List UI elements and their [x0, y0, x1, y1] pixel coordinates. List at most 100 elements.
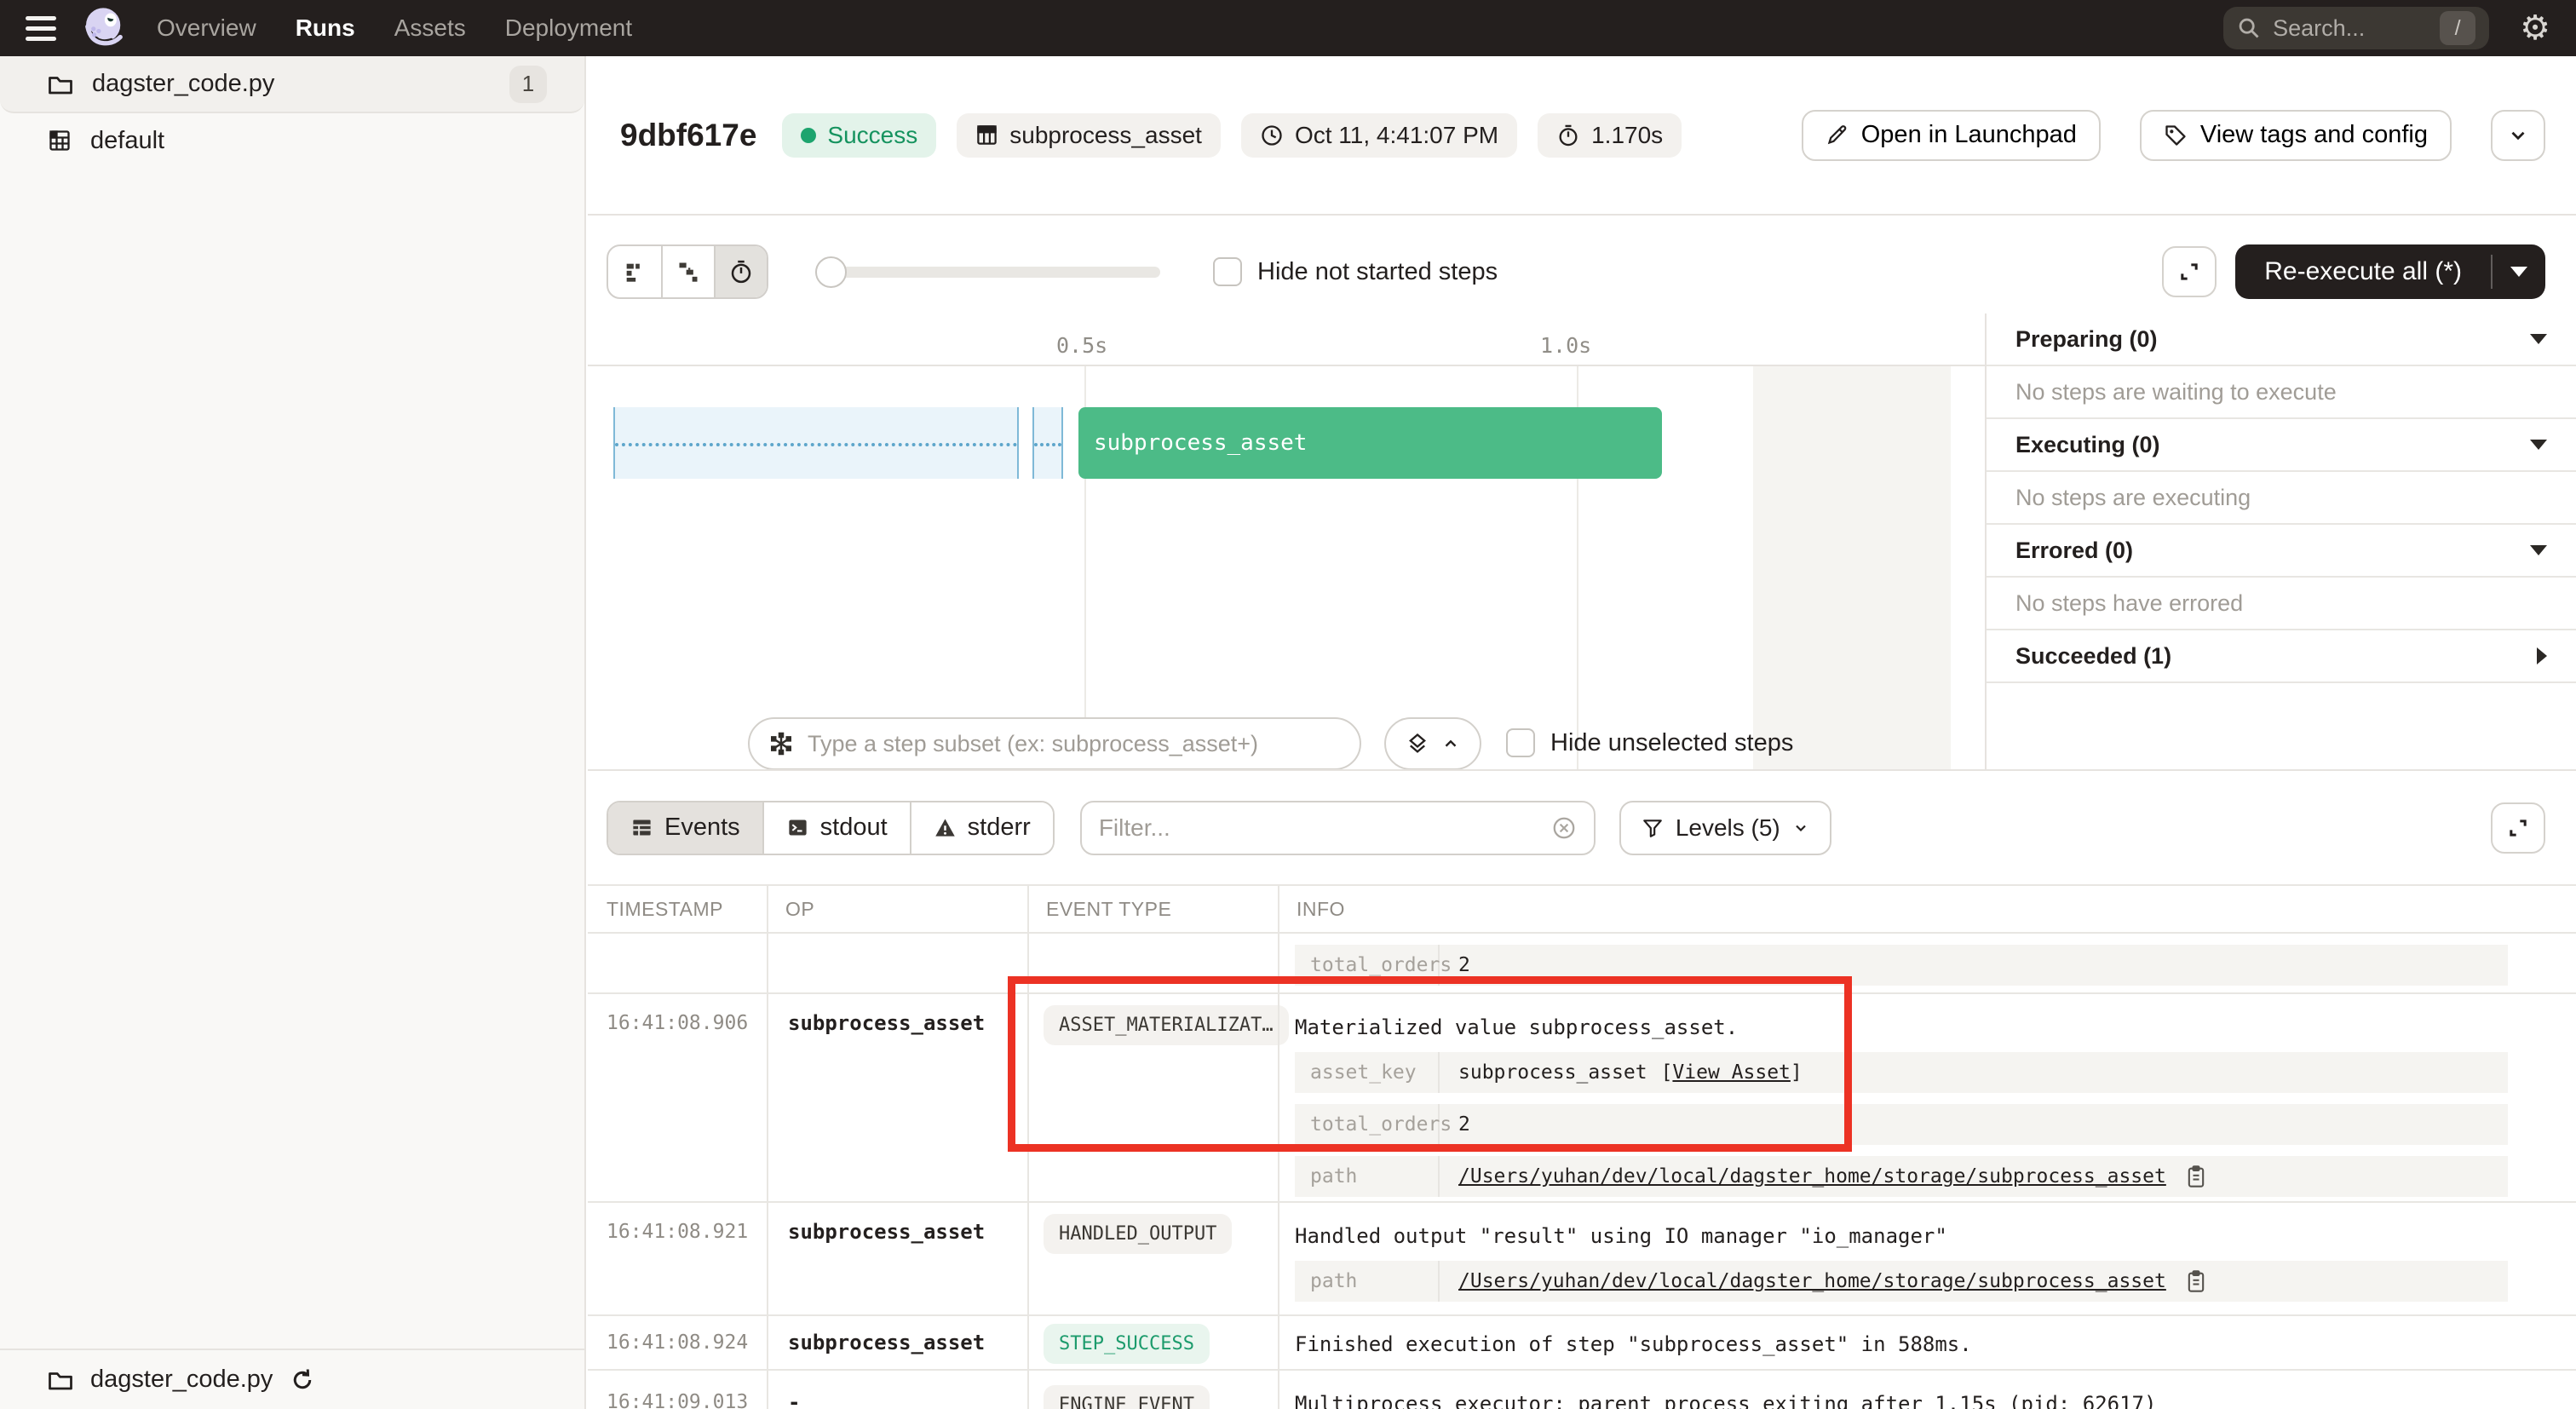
gantt-fullscreen-button[interactable] — [2162, 246, 2217, 297]
path-link[interactable]: /Users/yuhan/dev/local/dagster_home/stor… — [1458, 1270, 2166, 1292]
nav-link-runs[interactable]: Runs — [296, 14, 355, 42]
sidebar-item-repo[interactable]: dagster_code.py 1 — [0, 56, 584, 113]
panel-section-executing[interactable]: Executing (0) — [1987, 419, 2576, 472]
events-fullscreen-button[interactable] — [2491, 802, 2545, 854]
step-status-panel: Preparing (0) No steps are waiting to ex… — [1985, 313, 2576, 771]
panel-section-preparing[interactable]: Preparing (0) — [1987, 313, 2576, 366]
sidebar: dagster_code.py 1 default dagster_code.p… — [0, 56, 586, 1409]
view-asset-link[interactable]: [View Asset] — [1661, 1061, 1803, 1084]
view-mode-timed-button[interactable] — [714, 246, 767, 297]
dagster-run-page: Overview Runs Assets Deployment / ⚙ dags… — [0, 0, 2576, 1409]
slider-knob[interactable] — [815, 256, 847, 288]
event-op: - — [767, 1371, 1027, 1409]
levels-filter-button[interactable]: Levels (5) — [1619, 801, 1831, 855]
warning-icon — [934, 816, 957, 839]
reexecute-all-button[interactable]: Re-execute all (*) — [2235, 244, 2545, 299]
metadata-row-path: path /Users/yuhan/dev/local/dagster_home… — [1295, 1261, 2508, 1302]
table-icon — [975, 124, 998, 147]
sidebar-item-default-job[interactable]: default — [0, 113, 584, 168]
panel-section-errored[interactable]: Errored (0) — [1987, 525, 2576, 578]
event-type-badge: HANDLED_OUTPUT — [1044, 1214, 1232, 1254]
axis-tick-0-5s: 0.5s — [1056, 333, 1107, 358]
view-mode-waterfall-button[interactable] — [661, 246, 714, 297]
asset-tag-chip[interactable]: subprocess_asset — [957, 113, 1221, 158]
hide-not-started-label: Hide not started steps — [1257, 258, 1498, 286]
clipboard-icon — [2185, 1269, 2207, 1293]
nav-link-overview[interactable]: Overview — [157, 14, 256, 42]
search-input[interactable] — [2273, 15, 2418, 42]
event-type-badge: ENGINE_EVENT — [1044, 1385, 1210, 1409]
tab-stderr[interactable]: stderr — [910, 802, 1053, 854]
event-op: subprocess_asset — [767, 994, 1027, 1209]
chart-overflow-band — [1753, 366, 1951, 771]
global-search[interactable]: / — [2223, 7, 2489, 49]
events-toolbar: Events stdout stderr Levels (5) — [588, 771, 2576, 884]
pencil-icon — [1826, 124, 1849, 147]
step-subset-filter — [748, 717, 1361, 770]
status-badge: Success — [782, 113, 936, 158]
view-mode-flat-button[interactable] — [608, 246, 661, 297]
gantt-zoom-slider[interactable] — [815, 255, 1160, 289]
nav-link-assets[interactable]: Assets — [394, 14, 466, 42]
expand-icon — [2506, 816, 2530, 840]
event-message: Handled output "result" using IO manager… — [1295, 1222, 2508, 1250]
event-timestamp: 16:41:08.924 — [588, 1316, 767, 1370]
reload-icon[interactable] — [290, 1367, 315, 1393]
sidebar-footer: dagster_code.py — [0, 1349, 584, 1409]
flat-view-icon — [623, 260, 647, 284]
event-message: Materialized value subprocess_asset. — [1295, 1014, 2508, 1041]
col-timestamp: TIMESTAMP — [588, 898, 767, 921]
clear-filter-icon[interactable] — [1551, 815, 1577, 841]
event-row: total_orders 2 — [588, 934, 2576, 994]
step-layers-button[interactable] — [1384, 717, 1481, 770]
copy-path-button[interactable] — [2185, 1269, 2207, 1293]
nav-link-deployment[interactable]: Deployment — [505, 14, 632, 42]
col-info: INFO — [1278, 898, 2576, 921]
job-grid-icon — [48, 129, 72, 152]
log-filter-input[interactable] — [1099, 814, 1551, 842]
tab-stdout[interactable]: stdout — [762, 802, 910, 854]
waiting-segment — [613, 407, 1019, 479]
log-filter — [1080, 801, 1596, 855]
metadata-row-path: path /Users/yuhan/dev/local/dagster_home… — [1295, 1156, 2508, 1197]
gantt-view-mode-group — [607, 244, 768, 299]
panel-message: No steps are waiting to execute — [1987, 366, 2576, 419]
copy-path-button[interactable] — [2185, 1165, 2207, 1188]
job-label: default — [90, 127, 164, 155]
events-table: TIMESTAMP OP EVENT TYPE INFO total_order… — [588, 884, 2576, 1409]
event-timestamp: 16:41:08.906 — [588, 994, 767, 1209]
event-timestamp: 16:41:09.013 — [588, 1371, 767, 1409]
panel-message: No steps have errored — [1987, 578, 2576, 630]
metadata-row-total-orders: total_orders 2 — [1295, 1104, 2508, 1145]
repo-count-badge: 1 — [509, 66, 547, 103]
waterfall-view-icon — [676, 260, 700, 284]
event-row-asset-materialization: 16:41:08.906 subprocess_asset ASSET_MATE… — [588, 994, 2576, 1203]
layers-icon — [1406, 732, 1429, 756]
view-tags-config-button[interactable]: View tags and config — [2140, 110, 2452, 161]
waiting-segment-short — [1032, 407, 1063, 479]
hide-not-started-checkbox[interactable] — [1213, 257, 1242, 286]
caret-down-icon — [2510, 267, 2527, 277]
gantt-axis: 0.5s 1.0s — [588, 328, 1985, 366]
gantt-chart: subprocess_asset Hide unselected steps — [588, 366, 1985, 771]
search-icon — [2237, 16, 2261, 40]
settings-gear-icon[interactable]: ⚙ — [2520, 11, 2550, 45]
tab-events[interactable]: Events — [608, 802, 762, 854]
event-message: Multiprocess executor: parent process ex… — [1295, 1390, 2508, 1409]
collapse-caret-icon — [2530, 440, 2547, 450]
event-op: subprocess_asset — [767, 1316, 1027, 1370]
nav-links: Overview Runs Assets Deployment — [157, 14, 632, 42]
reexecute-dropdown-button[interactable] — [2493, 267, 2545, 277]
open-in-launchpad-button[interactable]: Open in Launchpad — [1802, 110, 2101, 161]
event-type-badge-success: STEP_SUCCESS — [1044, 1324, 1210, 1364]
metadata-row: total_orders 2 — [1295, 945, 2508, 986]
hamburger-menu-icon[interactable] — [26, 16, 56, 41]
dagster-logo[interactable] — [80, 4, 128, 52]
hide-unselected-checkbox[interactable] — [1506, 728, 1535, 757]
hide-not-started-control: Hide not started steps — [1213, 257, 1498, 286]
gantt-bar-subprocess-asset[interactable]: subprocess_asset — [1078, 407, 1662, 479]
step-subset-input[interactable] — [808, 731, 1341, 757]
run-header-more-button[interactable] — [2491, 110, 2545, 161]
path-link[interactable]: /Users/yuhan/dev/local/dagster_home/stor… — [1458, 1165, 2166, 1188]
panel-section-succeeded[interactable]: Succeeded (1) — [1987, 630, 2576, 683]
